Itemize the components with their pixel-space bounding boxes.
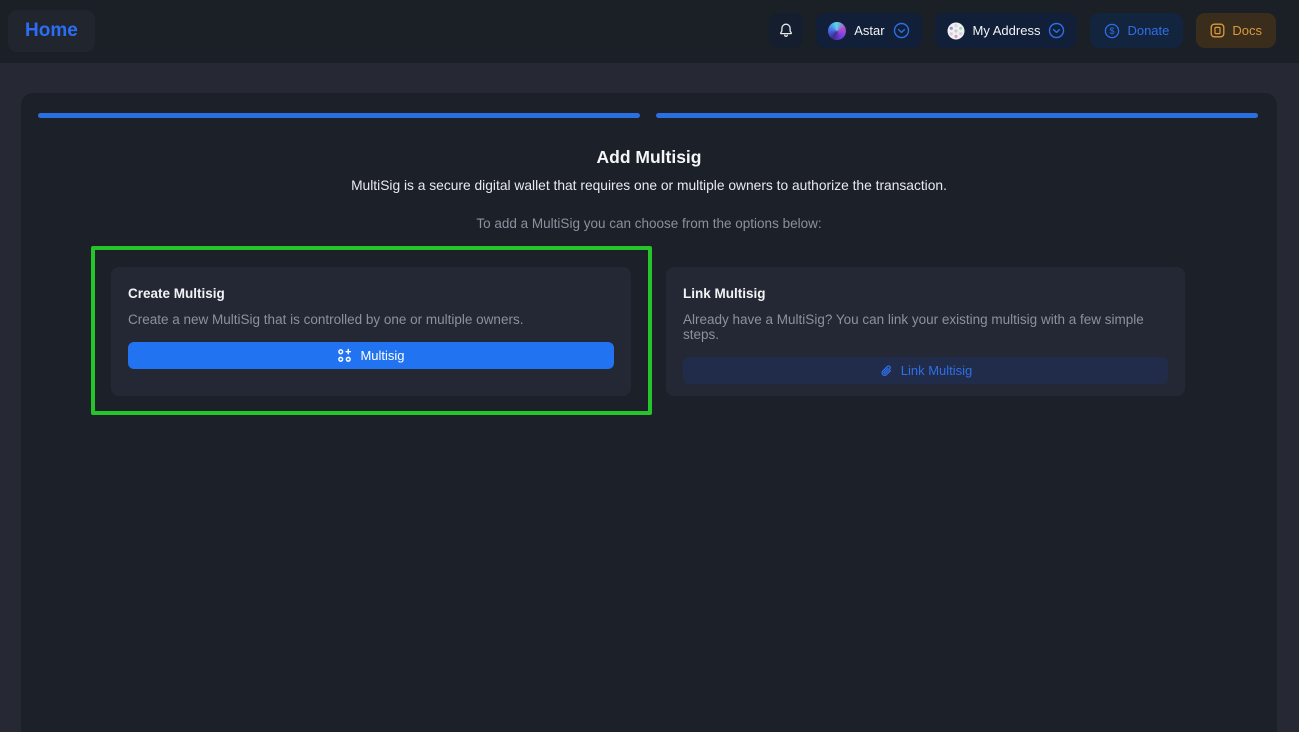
step-bar-1 [38, 113, 640, 118]
my-address-label: My Address [973, 23, 1041, 38]
create-multisig-title: Create Multisig [128, 286, 614, 301]
donate-button[interactable]: $ Donate [1090, 13, 1183, 48]
svg-text:$: $ [1110, 26, 1115, 36]
add-multisig-icon [337, 348, 352, 363]
create-multisig-button[interactable]: Multisig [128, 342, 614, 369]
notifications-button[interactable] [769, 13, 803, 48]
step-bar-2 [656, 113, 1258, 118]
bell-icon [778, 22, 794, 39]
app-header: Home Astar [0, 0, 1299, 63]
create-multisig-card: Create Multisig Create a new MultiSig th… [111, 267, 631, 396]
link-multisig-button[interactable]: Link Multisig [683, 357, 1168, 384]
chevron-down-icon [1048, 22, 1065, 39]
docs-icon [1210, 23, 1225, 38]
header-actions: Astar My [769, 13, 1276, 48]
network-selector-label: Astar [854, 23, 884, 38]
options-hint: To add a MultiSig you can choose from th… [21, 216, 1277, 231]
page-title: Add Multisig [21, 147, 1277, 168]
address-identicon [947, 22, 965, 40]
wizard-step-indicator [38, 113, 1258, 118]
home-button[interactable]: Home [8, 10, 95, 52]
paperclip-icon [879, 364, 893, 378]
link-multisig-card: Link Multisig Already have a MultiSig? Y… [666, 267, 1185, 396]
dollar-circle-icon: $ [1104, 23, 1120, 39]
add-multisig-panel: Add Multisig MultiSig is a secure digita… [21, 93, 1277, 732]
donate-label: Donate [1127, 23, 1169, 38]
link-multisig-button-label: Link Multisig [901, 363, 973, 378]
docs-button[interactable]: Docs [1196, 13, 1276, 48]
network-selector-button[interactable]: Astar [816, 13, 921, 48]
create-multisig-description: Create a new MultiSig that is controlled… [128, 312, 614, 327]
link-multisig-description: Already have a MultiSig? You can link yo… [683, 312, 1168, 342]
link-multisig-title: Link Multisig [683, 286, 1168, 301]
create-multisig-button-label: Multisig [360, 348, 404, 363]
page-subtitle: MultiSig is a secure digital wallet that… [21, 178, 1277, 193]
docs-label: Docs [1232, 23, 1262, 38]
astar-network-icon [828, 22, 846, 40]
chevron-down-icon [893, 22, 910, 39]
my-address-button[interactable]: My Address [935, 13, 1078, 48]
